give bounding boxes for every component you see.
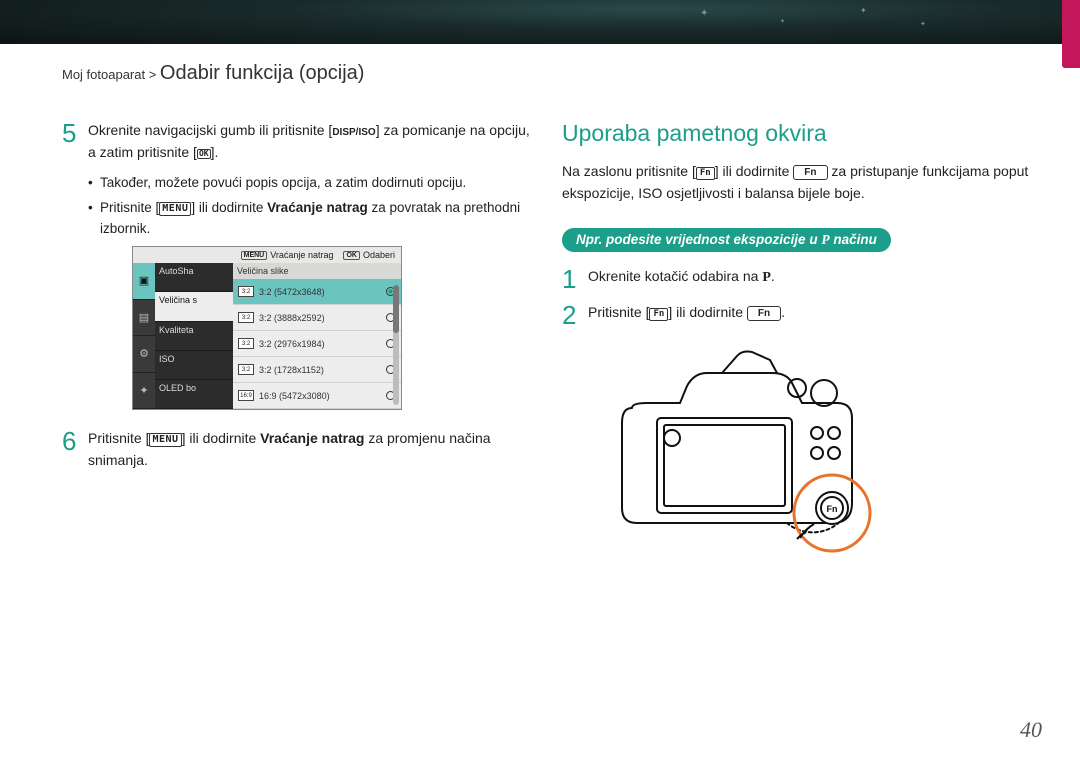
aspect-icon: 3:2: [238, 312, 254, 323]
bullet-2: Pritisnite [MENU] ili dodirnite Vraćanje…: [88, 198, 532, 240]
lcd-menu-item: AutoSha: [155, 263, 233, 292]
accent-strip: [1062, 0, 1080, 68]
step-number: 5: [62, 120, 88, 163]
lcd-menu-item: Veličina s: [155, 292, 233, 321]
fn-pill-icon: Fn: [747, 306, 781, 321]
section-title: Uporaba pametnog okvira: [562, 120, 1032, 147]
intro-paragraph: Na zaslonu pritisnite [Fn] ili dodirnite…: [562, 161, 1032, 204]
lcd-menu: AutoSha Veličina s Kvaliteta ISO OLED bo: [155, 263, 233, 409]
lcd-topbar: MENUVraćanje natrag OKOdaberi: [133, 247, 401, 263]
lcd-preview: MENUVraćanje natrag OKOdaberi ▣ ▤ ⚙ ✦ Au…: [132, 246, 402, 410]
lcd-row: 3:23:2 (1728x1152): [233, 357, 401, 383]
breadcrumb: Moj fotoaparat > Odabir funkcija (opcija…: [62, 62, 364, 85]
step-number: 6: [62, 428, 88, 471]
lcd-row: 16:916:9 (5472x3080): [233, 383, 401, 409]
breadcrumb-section: Odabir funkcija (opcija): [160, 62, 365, 84]
fn-icon: Fn: [649, 308, 668, 321]
step-number: 1: [562, 266, 588, 292]
step-body: Pritisnite [MENU] ili dodirnite Vraćanje…: [88, 428, 532, 471]
step-number: 2: [562, 302, 588, 328]
misc-tab-icon: ✦: [133, 373, 155, 410]
p-mode-icon: P: [762, 270, 771, 285]
lcd-body: ▣ ▤ ⚙ ✦ AutoSha Veličina s Kvaliteta ISO…: [133, 263, 401, 409]
ok-icon: OK: [343, 251, 360, 260]
lcd-back-label: Vraćanje natrag: [270, 251, 333, 260]
step-5: 5 Okrenite navigacijski gumb ili pritisn…: [62, 120, 532, 163]
menu-icon: MENU: [159, 202, 191, 216]
lcd-menu-item: Kvaliteta: [155, 322, 233, 351]
left-column: 5 Okrenite navigacijski gumb ili pritisn…: [62, 120, 532, 482]
settings-tab-icon: ⚙: [133, 336, 155, 373]
menu-icon: MENU: [241, 251, 268, 260]
step5-bullets: Također, možete povući popis opcija, a z…: [88, 173, 532, 240]
bullet-1: Također, možete povući popis opcija, a z…: [88, 173, 532, 194]
video-tab-icon: ▤: [133, 300, 155, 337]
lcd-tabs: ▣ ▤ ⚙ ✦: [133, 263, 155, 409]
step-body: Okrenite navigacijski gumb ili pritisnit…: [88, 120, 532, 163]
camera-illustration: Fn: [602, 338, 902, 558]
example-pill: Npr. podesite vrijednost ekspozicije u P…: [562, 228, 891, 252]
lcd-row: 3:23:2 (3888x2592): [233, 305, 401, 331]
ok-icon: OK: [197, 149, 211, 159]
right-column: Uporaba pametnog okvira Na zaslonu priti…: [562, 120, 1032, 558]
svg-text:Fn: Fn: [827, 504, 838, 514]
step-6: 6 Pritisnite [MENU] ili dodirnite Vraćan…: [62, 428, 532, 471]
lcd-select-label: Odaberi: [363, 250, 395, 260]
breadcrumb-prefix: Moj fotoaparat >: [62, 67, 160, 82]
lcd-row: 3:23:2 (2976x1984): [233, 331, 401, 357]
page-number: 40: [1020, 717, 1042, 743]
step-2: 2 Pritisnite [Fn] ili dodirnite Fn.: [562, 302, 1032, 328]
lcd-list-header: Veličina slike: [233, 263, 401, 279]
aspect-icon: 16:9: [238, 390, 254, 401]
aspect-icon: 3:2: [238, 286, 254, 297]
scrollbar: [393, 285, 399, 405]
lcd-menu-item: ISO: [155, 351, 233, 380]
header-band: ✦✦✦✦: [0, 0, 1080, 44]
lcd-list: Veličina slike 3:23:2 (5472x3648) 3:23:2…: [233, 263, 401, 409]
step-body: Okrenite kotačić odabira na P.: [588, 266, 1032, 292]
aspect-icon: 3:2: [238, 338, 254, 349]
lcd-menu-item: OLED bo: [155, 380, 233, 409]
lcd-row: 3:23:2 (5472x3648): [233, 279, 401, 305]
p-mode-icon: P: [821, 232, 829, 247]
menu-icon: MENU: [149, 433, 181, 447]
fn-icon: Fn: [696, 167, 715, 180]
step-body: Pritisnite [Fn] ili dodirnite Fn.: [588, 302, 1032, 328]
disp-iso-icon: DISP/ISO: [332, 127, 375, 138]
step-1: 1 Okrenite kotačić odabira na P.: [562, 266, 1032, 292]
aspect-icon: 3:2: [238, 364, 254, 375]
fn-pill-icon: Fn: [793, 165, 827, 180]
camera-tab-icon: ▣: [133, 263, 155, 300]
